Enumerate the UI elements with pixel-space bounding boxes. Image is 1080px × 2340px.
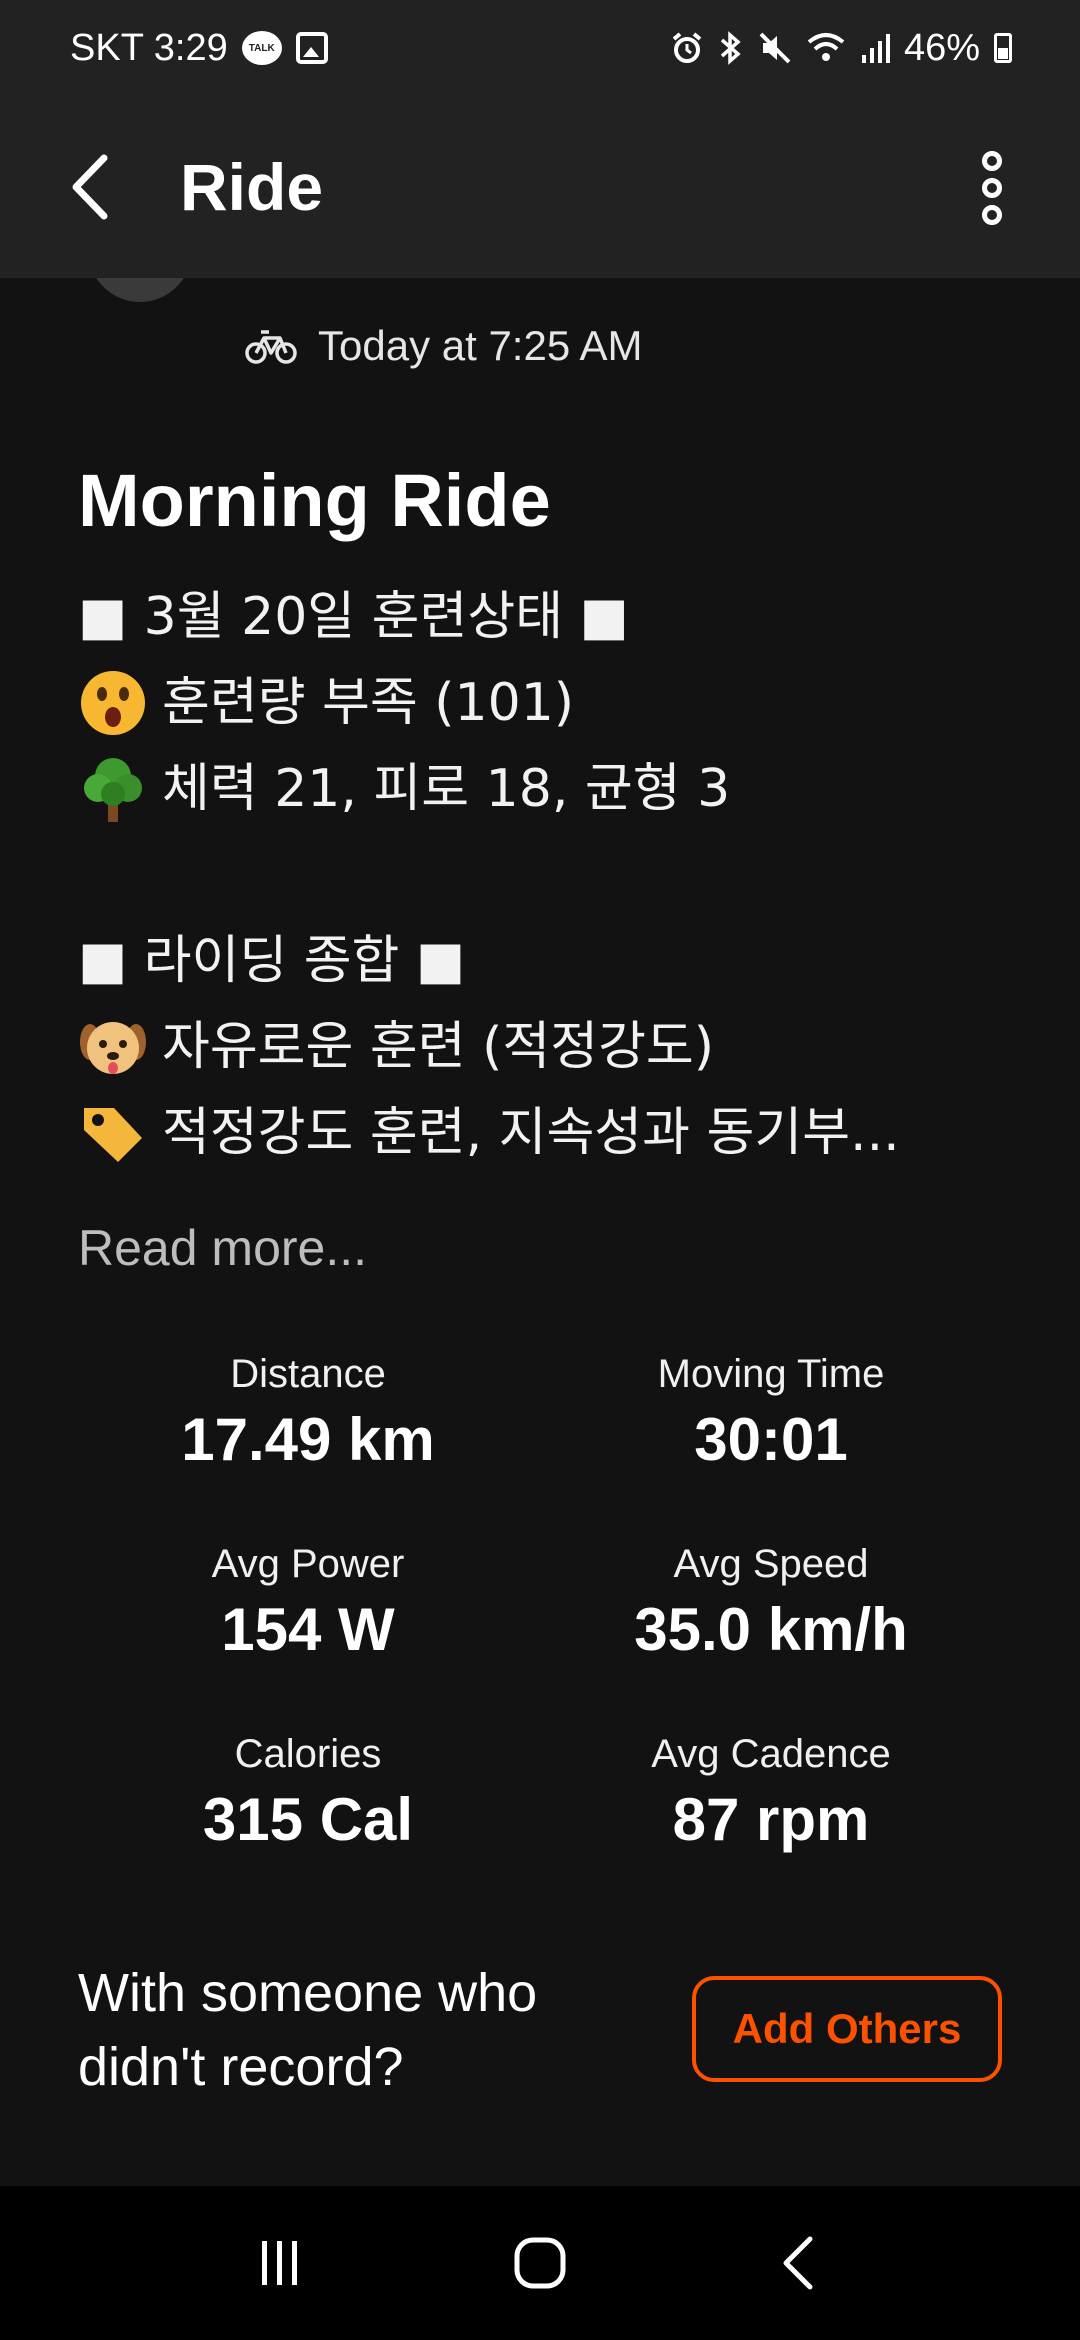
stat-calories: Calories 315 Cal <box>78 1726 538 1858</box>
activity-timestamp: Today at 7:25 AM <box>318 322 643 369</box>
description-text: ■ 라이딩 종합 ■ <box>78 931 466 991</box>
stat-distance: Distance 17.49 km <box>78 1346 538 1478</box>
carrier-time: SKT 3:29 <box>70 26 228 69</box>
stat-label: Avg Power <box>211 1542 405 1586</box>
activity-description: ■ 3월 20일 훈련상태 ■ 훈련량 부족 (101) 체력 21, 피로 1… <box>78 574 978 1176</box>
battery-icon <box>994 33 1012 63</box>
activity-meta: Today at 7:25 AM <box>244 322 643 370</box>
recents-button[interactable] <box>230 2213 330 2313</box>
activity-title: Morning Ride <box>78 459 551 542</box>
description-gap <box>78 832 978 918</box>
label-tag-emoji <box>84 1108 142 1162</box>
stat-label: Avg Cadence <box>651 1732 891 1776</box>
stat-value: 154 W <box>221 1596 395 1663</box>
avatar[interactable] <box>88 278 192 302</box>
stat-value: 17.49 km <box>181 1406 435 1473</box>
dog-face-emoji <box>80 1022 146 1074</box>
description-line: 체력 21, 피로 18, 균형 3 <box>78 746 978 832</box>
stat-moving-time: Moving Time 30:01 <box>541 1346 1001 1478</box>
alarm-icon <box>670 31 704 65</box>
description-text: 자유로운 훈련 (적정강도) <box>162 1017 715 1077</box>
description-text: 체력 21, 피로 18, 균형 3 <box>162 759 731 819</box>
system-nav-bar <box>0 2186 1080 2340</box>
stat-value: 87 rpm <box>672 1786 870 1853</box>
description-line: 훈련량 부족 (101) <box>78 660 978 746</box>
battery-percent: 46% <box>903 26 980 69</box>
stat-avg-power: Avg Power 154 W <box>78 1536 538 1668</box>
description-text: ■ 3월 20일 훈련상태 ■ <box>78 587 629 647</box>
chevron-left-icon <box>72 154 108 220</box>
stat-value: 30:01 <box>694 1406 848 1473</box>
status-left: SKT 3:29 TALK <box>70 27 328 70</box>
status-bar: SKT 3:29 TALK 46% <box>0 0 1080 96</box>
stat-avg-cadence: Avg Cadence 87 rpm <box>541 1726 1001 1858</box>
activity-content[interactable]: mubhoos Today at 7:25 AM Morning Ride ■ … <box>0 278 1080 2186</box>
app-bar: Ride <box>0 96 1080 278</box>
read-more-link[interactable]: Read more... <box>78 1208 367 1288</box>
wifi-icon <box>806 31 846 65</box>
more-options-button[interactable] <box>962 138 1022 238</box>
mute-icon <box>758 31 792 65</box>
back-button[interactable] <box>60 142 120 232</box>
add-others-button[interactable]: Add Others <box>692 1976 1002 2082</box>
home-button[interactable] <box>490 2213 590 2313</box>
more-dot <box>982 205 1002 225</box>
stat-label: Distance <box>230 1352 386 1396</box>
description-text: 적정강도 훈련, 지속성과 동기부... <box>162 1103 900 1163</box>
astonished-face-emoji <box>81 671 145 735</box>
back-icon <box>783 2236 813 2290</box>
stat-label: Moving Time <box>657 1352 885 1396</box>
description-line: ■ 3월 20일 훈련상태 ■ <box>78 574 978 660</box>
nav-back-button[interactable] <box>750 2213 850 2313</box>
gallery-icon <box>295 32 328 64</box>
description-line: 자유로운 훈련 (적정강도) <box>78 1004 978 1090</box>
more-dot <box>982 178 1002 198</box>
stat-avg-speed: Avg Speed 35.0 km/h <box>541 1536 1001 1668</box>
kakaotalk-icon: TALK <box>241 31 282 65</box>
tree-emoji <box>84 758 142 822</box>
recents-icon <box>262 2241 297 2285</box>
more-vertical-icon <box>982 151 1002 171</box>
home-icon <box>514 2237 566 2289</box>
stat-label: Calories <box>234 1732 382 1776</box>
description-text: 훈련량 부족 (101) <box>162 673 575 733</box>
description-line: ■ 라이딩 종합 ■ <box>78 918 978 1004</box>
status-right: 46% <box>670 27 1012 70</box>
with-someone-prompt: With someone who didn't record? <box>78 1963 538 2097</box>
signal-icon <box>860 31 890 65</box>
athlete-name[interactable]: mubhoos <box>244 278 451 288</box>
stat-value: 35.0 km/h <box>634 1596 908 1663</box>
bike-icon <box>245 330 297 364</box>
description-line: 적정강도 훈련, 지속성과 동기부... <box>78 1090 978 1176</box>
stat-label: Avg Speed <box>673 1542 869 1586</box>
page-title: Ride <box>180 150 324 224</box>
stat-value: 315 Cal <box>202 1786 414 1853</box>
bluetooth-icon <box>718 31 744 65</box>
